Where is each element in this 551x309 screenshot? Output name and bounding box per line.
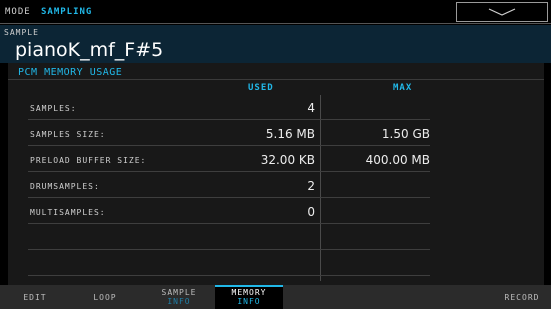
sample-caption: SAMPLE <box>4 28 39 37</box>
row-label: SAMPLES SIZE: <box>30 130 106 139</box>
column-header-used: USED <box>248 83 274 93</box>
tab-loop[interactable]: LOOP <box>80 285 130 309</box>
row-used-value: 5.16 MB <box>265 127 315 141</box>
sample-name[interactable]: pianoK_mf_F#5 <box>15 39 163 61</box>
row-used-value: 4 <box>307 101 315 115</box>
panel-divider <box>8 79 544 80</box>
mode-label: MODE <box>5 7 31 17</box>
tab-record[interactable]: RECORD <box>493 285 551 309</box>
row-label: DRUMSAMPLES: <box>30 182 100 191</box>
tab-label: SAMPLE <box>161 288 197 297</box>
column-header-max: MAX <box>393 83 413 93</box>
tab-sample-info[interactable]: SAMPLE INFO <box>146 285 212 309</box>
sample-header: SAMPLE pianoK_mf_F#5 <box>0 25 551 63</box>
table-row: MULTISAMPLES: 0 <box>28 199 430 224</box>
row-label: SAMPLES: <box>30 104 77 113</box>
tab-memory-info[interactable]: MEMORY INFO <box>215 285 283 309</box>
screen: MODE SAMPLING SAMPLE pianoK_mf_F#5 PCM M… <box>0 0 551 309</box>
table-row: DRUMSAMPLES: 2 <box>28 173 430 198</box>
row-label: PRELOAD BUFFER SIZE: <box>30 156 147 165</box>
row-max-value: 400.00 MB <box>365 153 430 167</box>
table-row: SAMPLES: 4 <box>28 95 430 120</box>
pcm-memory-panel: PCM MEMORY USAGE USED MAX SAMPLES: 4 SAM… <box>8 63 544 285</box>
tab-label: LOOP <box>93 292 117 302</box>
tab-label: MEMORY <box>231 288 267 297</box>
row-used-value: 2 <box>307 179 315 193</box>
table-row <box>28 225 430 250</box>
row-max-value: 1.50 GB <box>381 127 430 141</box>
table-row: PRELOAD BUFFER SIZE: 32.00 KB 400.00 MB <box>28 147 430 172</box>
row-used-value: 0 <box>307 205 315 219</box>
mode-bar: MODE SAMPLING <box>0 0 551 24</box>
row-label: MULTISAMPLES: <box>30 208 106 217</box>
tab-sublabel: INFO <box>167 297 191 306</box>
tab-sublabel: INFO <box>237 297 261 306</box>
mode-dropdown-button[interactable] <box>456 2 548 22</box>
panel-title: PCM MEMORY USAGE <box>18 67 123 78</box>
mode-value: SAMPLING <box>41 7 93 17</box>
table-row <box>28 251 430 276</box>
chevron-down-icon <box>488 8 516 16</box>
table-row: SAMPLES SIZE: 5.16 MB 1.50 GB <box>28 121 430 146</box>
row-used-value: 32.00 KB <box>260 153 315 167</box>
tab-edit[interactable]: EDIT <box>10 285 60 309</box>
tab-label: EDIT <box>23 292 47 302</box>
tab-label: RECORD <box>504 292 540 302</box>
tab-bar: EDIT LOOP SAMPLE INFO MEMORY INFO RECORD <box>0 285 551 309</box>
